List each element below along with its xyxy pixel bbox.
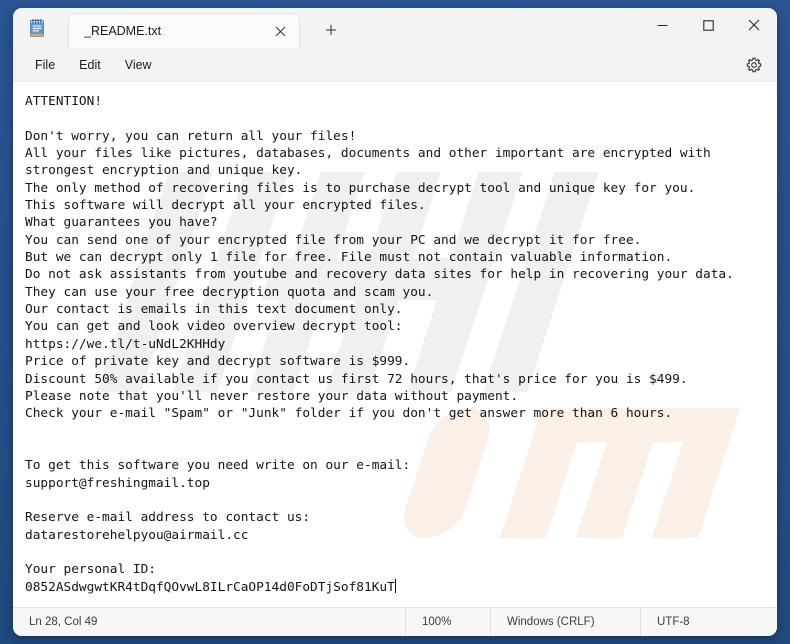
menu-view[interactable]: View: [113, 53, 164, 77]
settings-button[interactable]: [740, 52, 768, 78]
maximize-button[interactable]: [685, 8, 731, 42]
status-line-endings[interactable]: Windows (CRLF): [490, 608, 640, 636]
title-bar[interactable]: _README.txt: [13, 8, 777, 48]
status-cursor-position: Ln 28, Col 49: [29, 616, 98, 628]
status-bar: Ln 28, Col 49 100% Windows (CRLF) UTF-8: [13, 607, 777, 636]
menu-edit[interactable]: Edit: [67, 53, 113, 77]
menu-bar: File Edit View: [13, 48, 777, 82]
plus-icon: [326, 25, 336, 35]
minimize-button[interactable]: [639, 8, 685, 42]
tab-strip: _README.txt: [61, 8, 637, 48]
tab-title: _README.txt: [84, 24, 162, 38]
close-window-button[interactable]: [731, 8, 777, 42]
status-encoding[interactable]: UTF-8: [640, 608, 760, 636]
status-zoom-level[interactable]: 100%: [405, 608, 490, 636]
tab-readme[interactable]: _README.txt: [68, 13, 300, 48]
close-tab-icon[interactable]: [267, 18, 293, 44]
text-caret: [394, 578, 396, 593]
notepad-window: _README.txt File Edit View ATTENTION! Do…: [13, 8, 777, 636]
text-content[interactable]: ATTENTION! Don't worry, you can return a…: [13, 82, 777, 607]
minimize-icon: [657, 24, 667, 26]
editor-area[interactable]: ATTENTION! Don't worry, you can return a…: [13, 82, 777, 607]
gear-icon: [746, 57, 762, 73]
new-tab-button[interactable]: [316, 16, 346, 44]
menu-file[interactable]: File: [23, 53, 67, 77]
notepad-icon: [26, 17, 48, 39]
maximize-icon: [702, 19, 714, 31]
close-icon: [748, 19, 760, 31]
window-controls: [639, 8, 777, 42]
desktop-background: _README.txt File Edit View ATTENTION! Do…: [0, 0, 790, 644]
